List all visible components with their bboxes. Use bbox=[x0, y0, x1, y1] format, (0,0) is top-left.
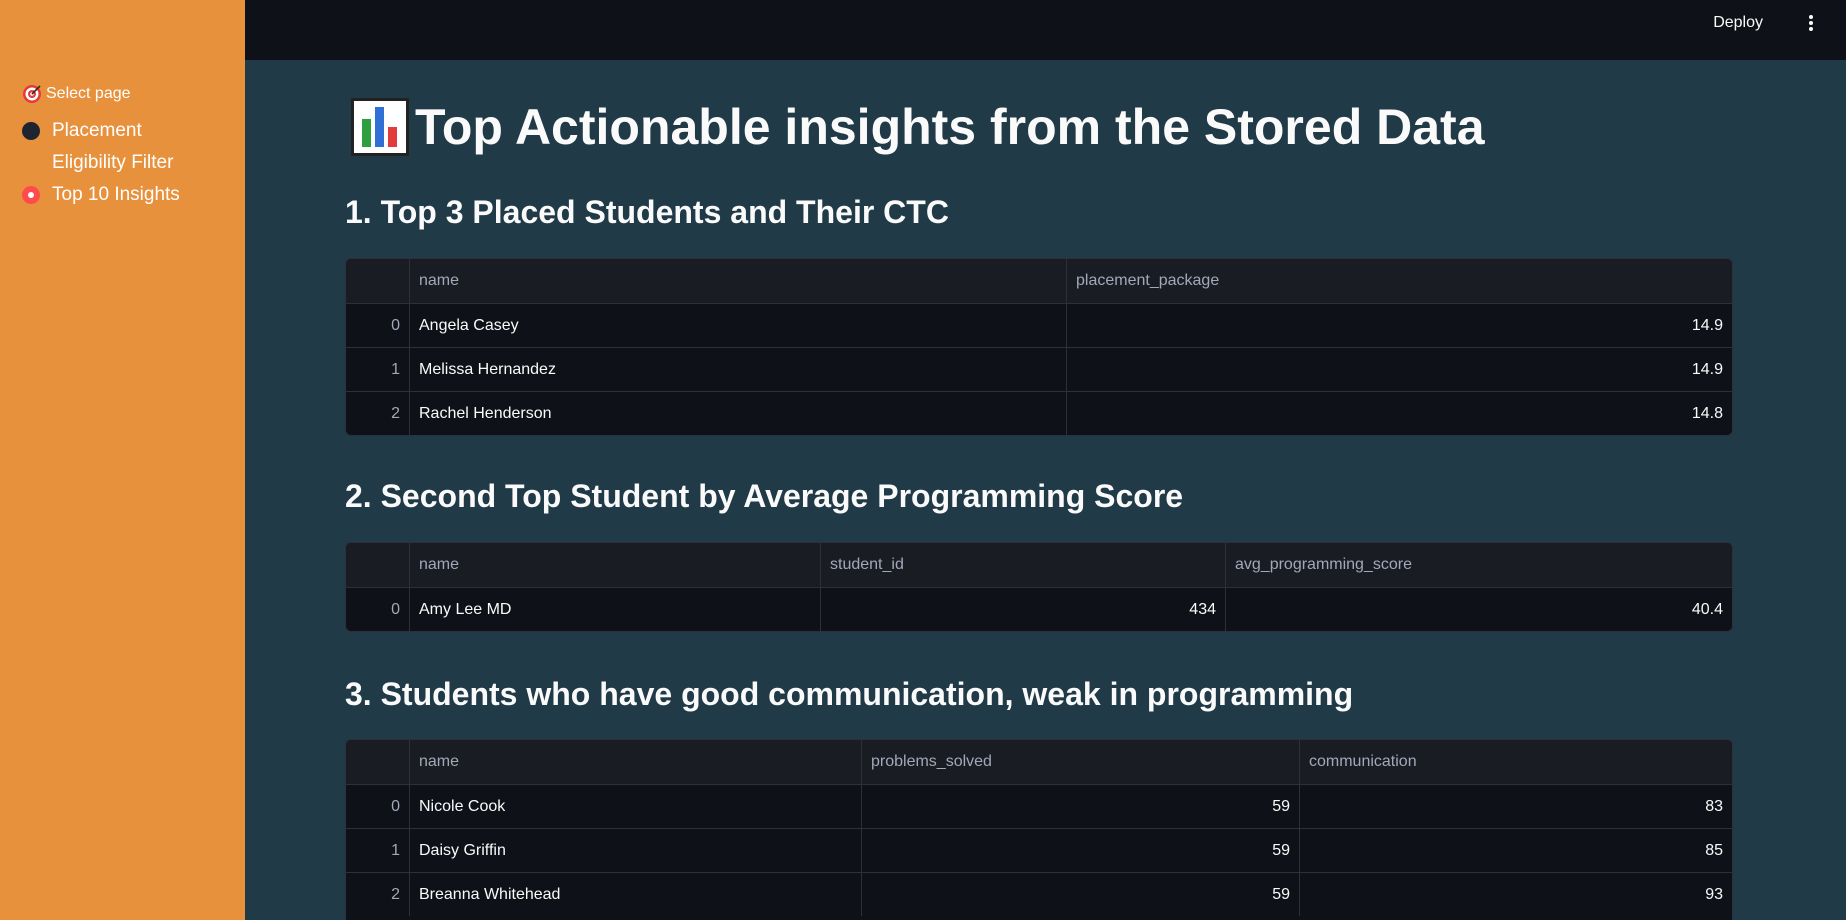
table-row[interactable]: 0 Amy Lee MD 434 40.4 bbox=[346, 587, 1732, 631]
data-table-top-placed[interactable]: name placement_package 0 Angela Casey 14… bbox=[345, 258, 1733, 436]
row-index: 2 bbox=[391, 885, 400, 903]
section-heading: 2. Second Top Student by Average Program… bbox=[345, 478, 1184, 514]
column-header[interactable]: communication bbox=[1299, 740, 1732, 784]
row-index: 0 bbox=[391, 316, 400, 334]
table-cell[interactable]: Melissa Hernandez bbox=[409, 348, 1066, 391]
table-row[interactable]: 0 Nicole Cook 59 83 bbox=[346, 784, 1732, 828]
table-row[interactable]: 2 Breanna Whitehead 59 93 bbox=[346, 872, 1732, 916]
column-header[interactable]: placement_package bbox=[1066, 259, 1732, 303]
radio-option-top-10-insights[interactable]: Top 10 Insights bbox=[22, 179, 180, 211]
target-icon bbox=[22, 84, 42, 104]
data-table-communication[interactable]: name problems_solved communication 0 Nic… bbox=[345, 739, 1733, 920]
bar-chart-icon bbox=[351, 98, 409, 156]
select-page-label: Select page bbox=[46, 85, 131, 102]
section-heading: 1. Top 3 Placed Students and Their CTC bbox=[345, 194, 949, 230]
sidebar: Select page Placement Eligibility Filter… bbox=[0, 0, 245, 920]
table-cell[interactable]: 85 bbox=[1299, 829, 1732, 872]
table-cell[interactable]: 434 bbox=[820, 588, 1225, 631]
radio-unchecked-icon[interactable] bbox=[22, 122, 40, 140]
column-header[interactable]: name bbox=[409, 543, 820, 587]
table-row[interactable]: 0 Angela Casey 14.9 bbox=[346, 303, 1732, 347]
table-cell[interactable]: 59 bbox=[861, 829, 1299, 872]
page-title: Top Actionable insights from the Stored … bbox=[351, 98, 1485, 156]
data-table-programming-score[interactable]: name student_id avg_programming_score 0 … bbox=[345, 542, 1733, 632]
table-row[interactable]: 1 Daisy Griffin 59 85 bbox=[346, 828, 1732, 872]
row-index: 1 bbox=[391, 360, 400, 378]
deploy-button[interactable]: Deploy bbox=[1713, 12, 1763, 34]
table-cell[interactable]: Daisy Griffin bbox=[409, 829, 861, 872]
index-header bbox=[346, 543, 409, 587]
radio-option-label[interactable]: Top 10 Insights bbox=[52, 179, 180, 211]
column-header[interactable]: problems_solved bbox=[861, 740, 1299, 784]
table-row[interactable]: 1 Melissa Hernandez 14.9 bbox=[346, 347, 1732, 391]
column-header[interactable]: name bbox=[409, 259, 1066, 303]
row-index: 2 bbox=[391, 404, 400, 422]
page-selector-label: Select page bbox=[22, 84, 131, 104]
table-cell[interactable]: Rachel Henderson bbox=[409, 392, 1066, 435]
row-index: 1 bbox=[391, 841, 400, 859]
table-cell[interactable]: 14.8 bbox=[1066, 392, 1732, 435]
table-cell[interactable]: 14.9 bbox=[1066, 304, 1732, 347]
row-index: 0 bbox=[391, 600, 400, 618]
table-header-row: name student_id avg_programming_score bbox=[346, 543, 1732, 587]
table-cell[interactable]: Amy Lee MD bbox=[409, 588, 820, 631]
column-header[interactable]: student_id bbox=[820, 543, 1225, 587]
radio-option-label[interactable]: Placement Eligibility Filter bbox=[52, 115, 212, 179]
kebab-menu-icon[interactable] bbox=[1806, 12, 1816, 34]
table-cell[interactable]: 59 bbox=[861, 785, 1299, 828]
section-heading: 3. Students who have good communication,… bbox=[345, 676, 1354, 712]
radio-checked-icon[interactable] bbox=[22, 186, 40, 204]
table-header-row: name placement_package bbox=[346, 259, 1732, 303]
table-cell[interactable]: 83 bbox=[1299, 785, 1732, 828]
table-cell[interactable]: 59 bbox=[861, 873, 1299, 916]
table-cell[interactable]: 14.9 bbox=[1066, 348, 1732, 391]
table-cell[interactable]: Angela Casey bbox=[409, 304, 1066, 347]
top-header: Deploy bbox=[245, 0, 1846, 60]
row-index: 0 bbox=[391, 797, 400, 815]
index-header bbox=[346, 740, 409, 784]
index-header bbox=[346, 259, 409, 303]
table-row[interactable]: 2 Rachel Henderson 14.8 bbox=[346, 391, 1732, 435]
table-cell[interactable]: Nicole Cook bbox=[409, 785, 861, 828]
page-title-text: Top Actionable insights from the Stored … bbox=[415, 99, 1485, 155]
column-header[interactable]: name bbox=[409, 740, 861, 784]
table-header-row: name problems_solved communication bbox=[346, 740, 1732, 784]
column-header[interactable]: avg_programming_score bbox=[1225, 543, 1732, 587]
table-cell[interactable]: 40.4 bbox=[1225, 588, 1732, 631]
table-cell[interactable]: Breanna Whitehead bbox=[409, 873, 861, 916]
table-cell[interactable]: 93 bbox=[1299, 873, 1732, 916]
radio-option-placement-eligibility-filter[interactable]: Placement Eligibility Filter bbox=[22, 115, 212, 179]
